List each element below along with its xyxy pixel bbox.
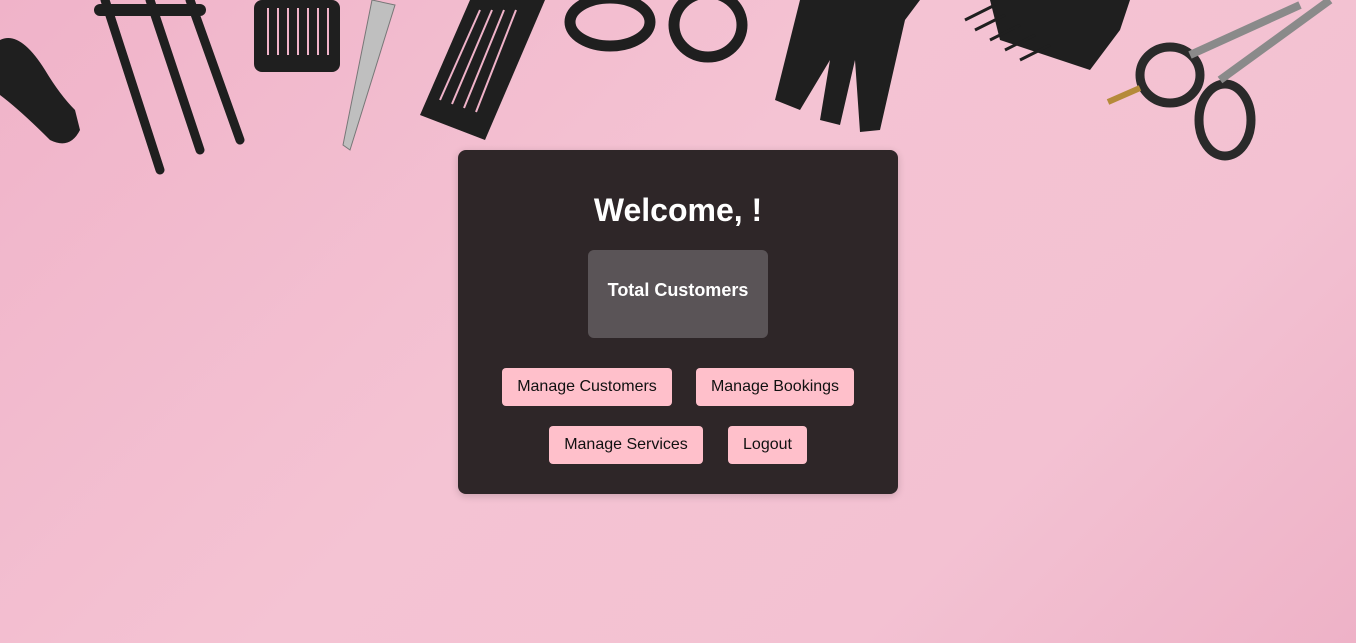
total-customers-label: Total Customers: [607, 280, 749, 300]
scissors-icon: [342, 0, 396, 151]
comb-icon: [254, 0, 340, 72]
dashboard-card: Welcome, ! Total Customers Manage Custom…: [458, 150, 898, 494]
total-customers-card: Total Customers: [588, 250, 768, 338]
hair-clip-icon: [0, 38, 80, 144]
comb-icon: [420, 0, 545, 140]
manage-services-button[interactable]: Manage Services: [549, 426, 703, 464]
pick-comb-icon: [94, 0, 245, 175]
manage-bookings-button[interactable]: Manage Bookings: [696, 368, 854, 406]
scissors-icon: [564, 0, 748, 63]
welcome-heading: Welcome, !: [593, 192, 763, 228]
wide-comb-icon: [775, 0, 920, 132]
manage-customers-button[interactable]: Manage Customers: [502, 368, 672, 406]
scissors-icon: [1106, 0, 1333, 161]
logout-button[interactable]: Logout: [728, 426, 807, 464]
clipper-icon: [964, 0, 1130, 70]
